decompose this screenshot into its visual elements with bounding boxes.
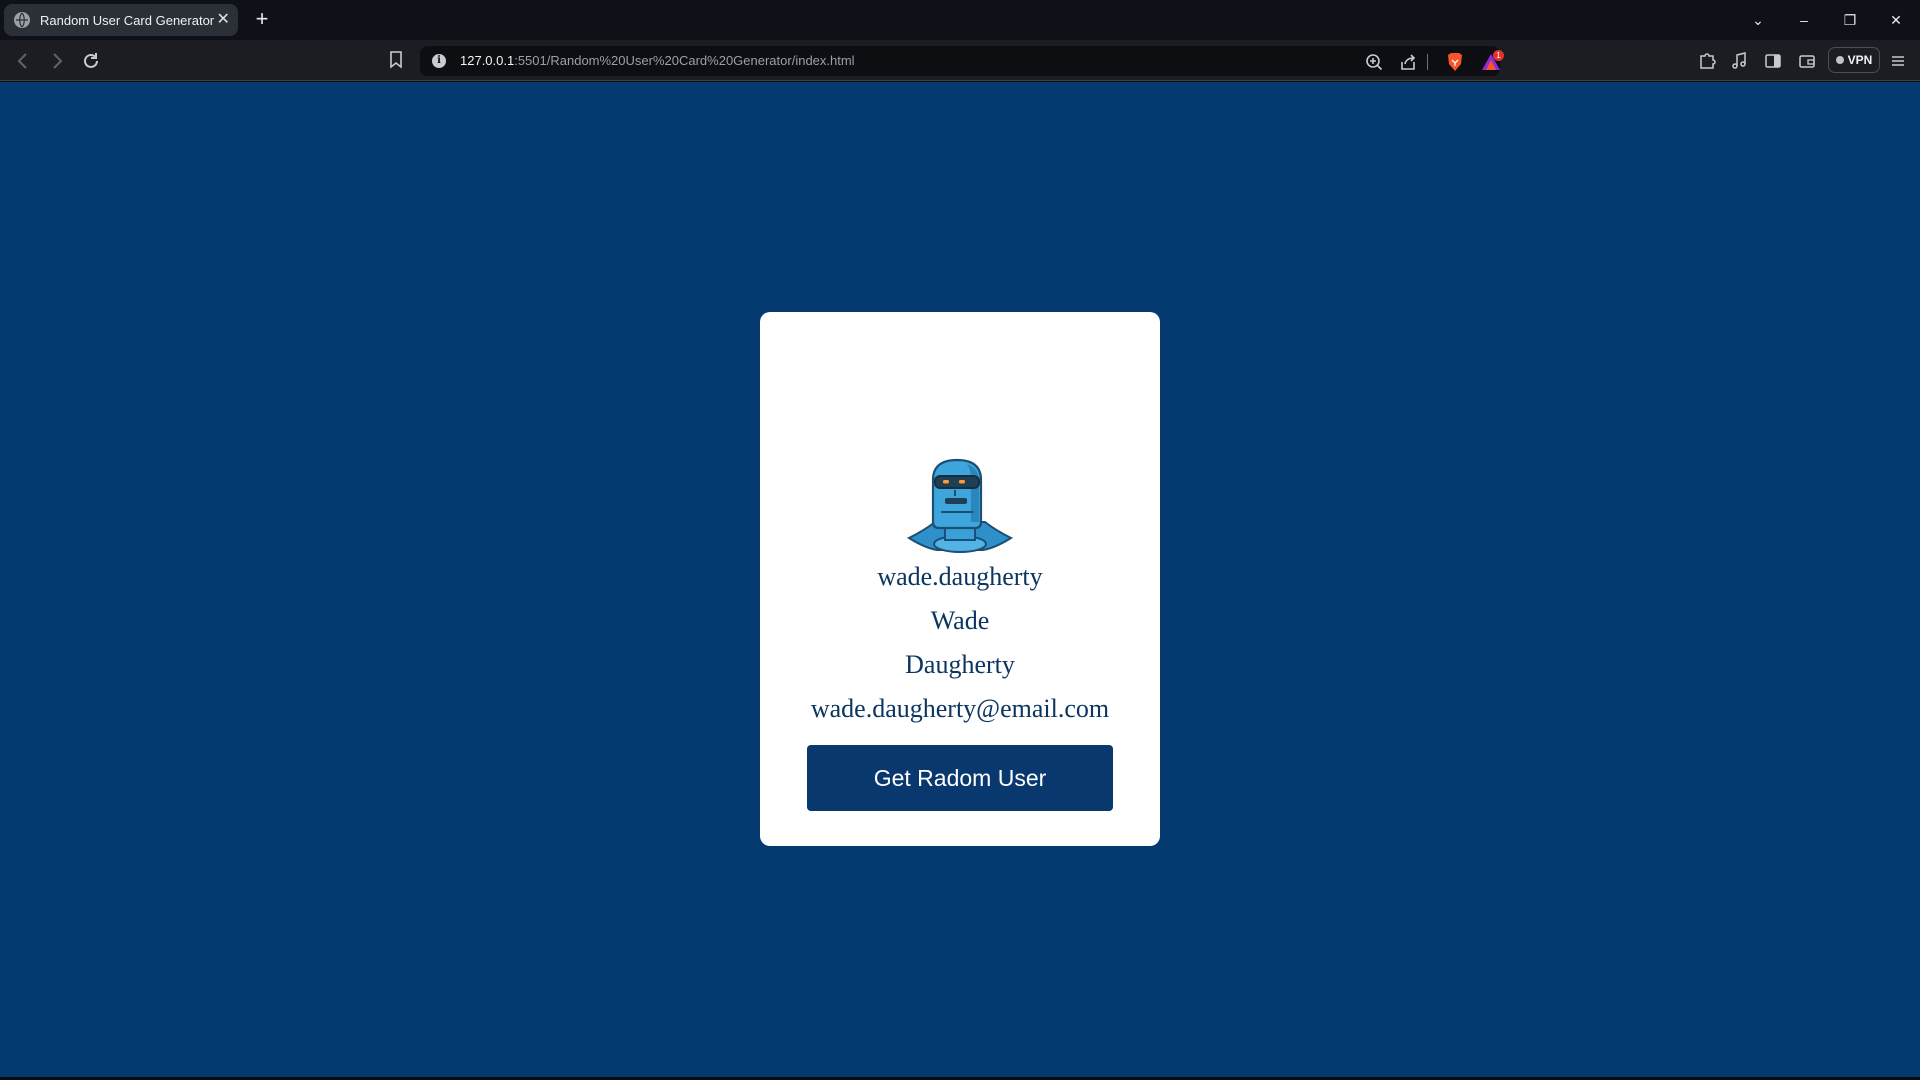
first-name: Wade [930,606,990,635]
last-name: Daugherty [905,650,1015,679]
share-icon[interactable] [1398,52,1418,72]
back-icon[interactable] [10,48,36,74]
tab-random-user-card-generator[interactable]: Random User Card Generator ✕ [4,4,238,36]
vpn-status-icon [1835,56,1844,64]
sidebar-icon[interactable] [1762,50,1784,72]
music-icon[interactable] [1728,50,1750,72]
tab-strip: Random User Card Generator ✕ + ⌄ – ❐ ✕ [0,0,1920,40]
brave-shields-icon[interactable] [1446,52,1464,72]
reload-icon[interactable] [78,48,104,74]
url-host: 127.0.0.1 [460,53,515,68]
url-text[interactable]: 127.0.0.1:5501/Random%20User%20Card%20Ge… [460,53,855,68]
user-card: wade.daugherty Wade Daugherty wade.daugh… [760,312,1160,846]
menu-icon[interactable] [1887,50,1909,72]
get-random-user-button[interactable]: Get Radom User [807,745,1113,811]
robot-avatar [905,456,1015,556]
plus-icon[interactable]: + [250,8,274,32]
rewards-badge: 1 [1493,50,1504,61]
extensions-icon[interactable] [1696,50,1718,72]
info-icon[interactable]: i [432,54,446,68]
vpn-label: VPN [1847,53,1873,67]
email: wade.daugherty@email.com [810,694,1110,723]
url-separator [1427,54,1428,70]
vpn-button[interactable]: VPN [1828,47,1880,73]
minimize-icon[interactable]: – [1786,6,1822,34]
rewards-icon[interactable]: 1 [1480,50,1504,72]
zoom-icon[interactable] [1364,52,1384,72]
forward-icon[interactable] [44,48,70,74]
browser-toolbar: i 127.0.0.1:5501/Random%20User%20Card%20… [0,40,1920,81]
close-icon[interactable]: ✕ [214,11,232,29]
username: wade.daugherty [877,562,1043,591]
url-path: :5501/Random%20User%20Card%20Generator/i… [514,53,855,68]
page-viewport: wade.daugherty Wade Daugherty wade.daugh… [0,82,1920,1077]
restore-icon[interactable]: ❐ [1832,6,1868,34]
tab-search-icon[interactable]: ⌄ [1740,6,1776,34]
globe-icon [14,12,30,28]
address-bar[interactable]: i 127.0.0.1:5501/Random%20User%20Card%20… [420,46,1504,76]
bookmark-icon[interactable] [388,48,404,72]
close-window-icon[interactable]: ✕ [1878,6,1914,34]
wallet-icon[interactable] [1796,50,1818,72]
tab-title: Random User Card Generator [40,12,215,28]
